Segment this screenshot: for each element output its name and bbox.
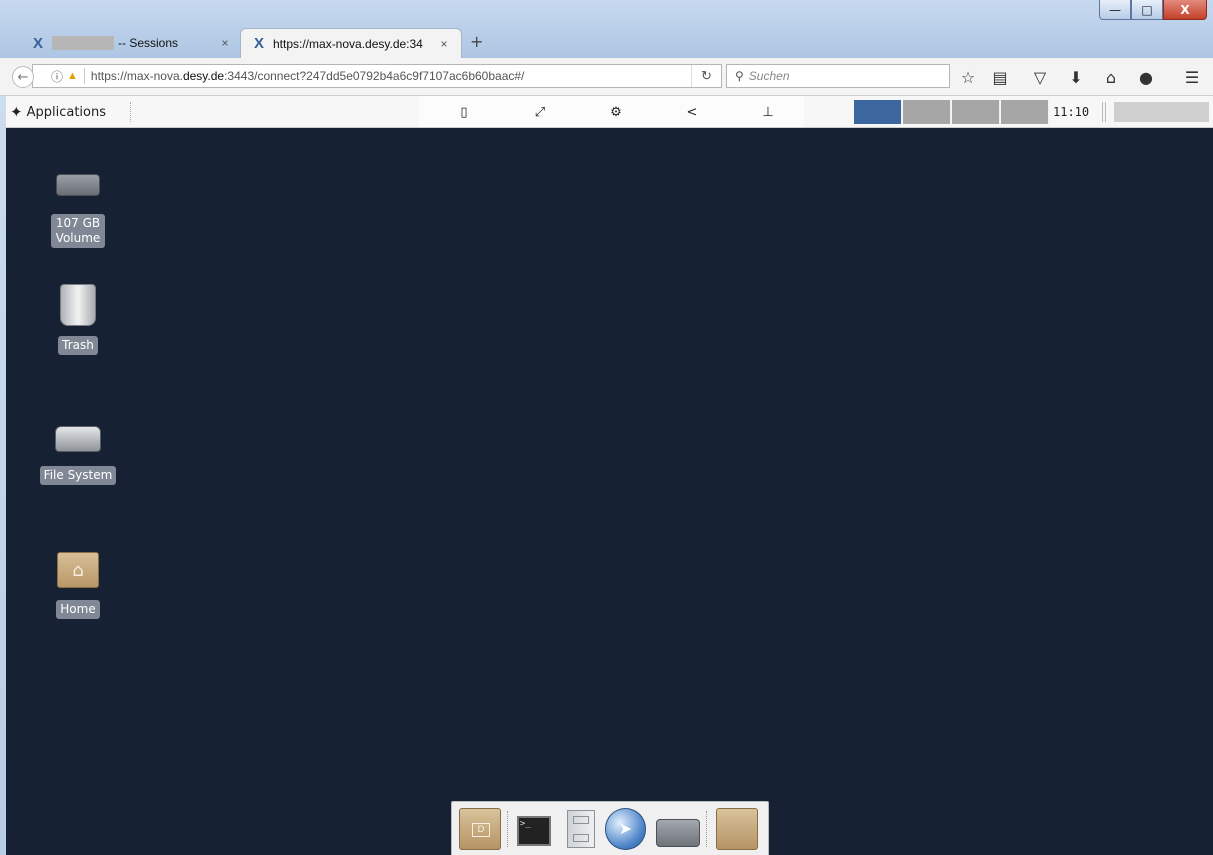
desktop-icon-filesystem[interactable]: File System [28,414,128,485]
home-folder-icon: ⌂ [57,552,99,588]
panel-separator [1102,102,1106,122]
remote-desktop-area[interactable]: 107 GB Volume Trash File System ⌂ Home [6,128,1213,855]
file-cabinet-icon[interactable] [566,809,595,848]
workspace-4[interactable] [1001,100,1049,124]
pocket-icon[interactable]: ▽ [1030,68,1050,87]
tab-remote-desktop[interactable]: X https://max-nova.desy.de:34 × [240,28,462,58]
warning-lock-icon[interactable]: ▲ [67,70,78,82]
desktop-top-panel: ✦ Applications ▯ ⤢ ⚙ < ⊥ 11:10 [6,96,1213,128]
applications-menu-button[interactable]: ✦ Applications [10,100,106,124]
redacted-username [1114,102,1209,122]
window-controls: — □ X [1099,0,1207,22]
minimize-button[interactable]: — [1099,0,1131,20]
web-browser-icon[interactable]: ➤ [604,807,647,850]
back-arrow-icon: ← [17,69,29,85]
terminal-icon[interactable]: >_ [516,815,551,846]
new-tab-button[interactable]: + [470,32,483,51]
workspace-3[interactable] [952,100,1000,124]
pin-icon[interactable]: ⊥ [757,102,779,122]
url-prefix: https://max-nova. [90,69,183,83]
back-button[interactable]: ← [12,66,34,88]
session-toolbar: ▯ ⤢ ⚙ < ⊥ [419,96,804,127]
dock-separator [506,810,509,847]
xfce-logo-icon: ✦ [10,103,23,121]
url-suffix: :3443/connect?247dd5e0792b4a6c9f7107ac6b… [224,69,525,83]
browser-titlebar: X -- Sessions × X https://max-nova.desy.… [0,0,1213,58]
chat-icon[interactable]: ● [1136,68,1156,87]
workspace-2[interactable] [903,100,951,124]
tab-close-icon[interactable]: × [218,36,232,50]
share-icon[interactable]: < [681,102,703,122]
x2go-icon: X [253,35,264,52]
maximize-button[interactable]: □ [1131,0,1163,20]
panel-clock[interactable]: 11:10 [1053,101,1089,123]
documents-folder-icon[interactable]: D [459,807,501,850]
close-button[interactable]: X [1163,0,1207,20]
desktop-icon-label: 107 GB Volume [51,214,105,248]
tab-title: https://max-nova.desy.de:34 [273,36,423,51]
reading-list-icon[interactable]: ▤ [990,68,1010,87]
tab-sessions[interactable]: X -- Sessions × [20,28,242,58]
folder-icon[interactable] [716,807,758,850]
info-icon[interactable]: ⓘ [51,68,63,85]
filesystem-icon [55,426,101,452]
desktop-icon-home[interactable]: ⌂ Home [28,548,128,619]
download-icon[interactable]: ⬇ [1066,68,1086,87]
drive-icon [56,174,100,196]
search-icon: ⚲ [735,69,744,83]
search-placeholder: Suchen [748,69,790,83]
settings-gear-icon[interactable]: ⚙ [605,102,627,122]
url-domain: desy.de [182,69,225,83]
home-icon[interactable]: ⌂ [1101,68,1121,87]
panel-separator [130,102,132,122]
search-input[interactable]: ⚲ Suchen [726,64,950,88]
bookmark-star-icon[interactable]: ☆ [958,68,978,87]
applications-label: Applications [26,104,106,120]
bottom-dock: D >_ ➤ [451,801,769,855]
fullscreen-icon[interactable]: ⤢ [529,102,551,122]
file-icon[interactable]: ▯ [453,102,475,122]
desktop-icon-label: Trash [58,336,98,355]
reload-icon[interactable]: ↻ [691,65,721,87]
navigation-bar: ⓘ ▲ https://max-nova. desy.de:3443/connec… [0,58,1213,96]
tab-title: -- Sessions [118,36,179,50]
redacted-text [52,36,114,50]
x2go-icon: X [32,34,43,52]
desktop-icon-trash[interactable]: Trash [28,284,128,355]
tab-close-icon[interactable]: × [437,37,451,51]
url-bar[interactable]: ⓘ ▲ https://max-nova. desy.de:3443/connec… [32,64,722,88]
url-divider [83,68,85,84]
drive-icon[interactable] [656,818,701,847]
desktop-icon-label: File System [39,466,117,485]
menu-icon[interactable]: ☰ [1182,68,1202,87]
workspace-1[interactable] [854,100,902,124]
dock-separator [706,810,708,847]
desktop-icon-label: Home [56,600,100,619]
desktop-icon-volume[interactable]: 107 GB Volume [28,160,128,248]
trash-icon [60,284,96,326]
